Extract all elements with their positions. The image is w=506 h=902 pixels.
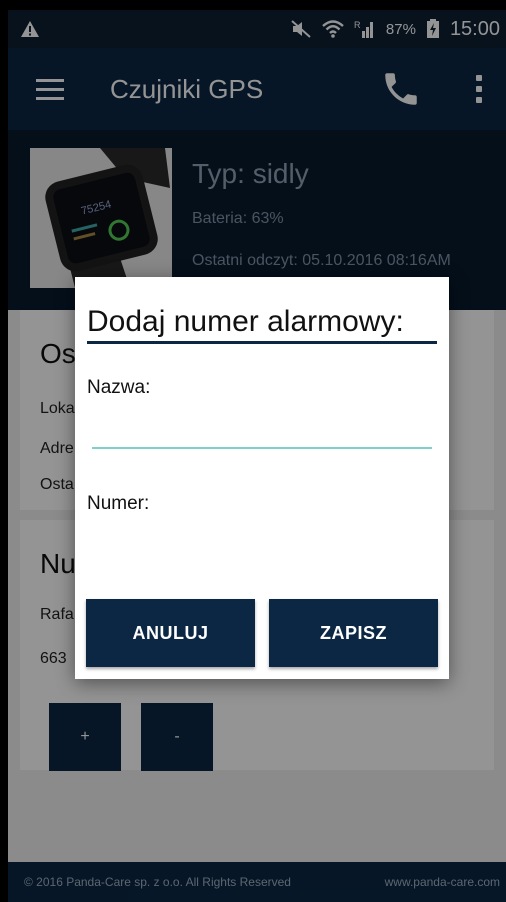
name-input[interactable] [92, 409, 432, 449]
save-button[interactable]: ZAPISZ [269, 599, 438, 667]
cancel-button[interactable]: ANULUJ [86, 599, 255, 667]
phone-screen: R 87% 15:00 Czujniki GPS 75254 Typ: sidl… [8, 10, 506, 902]
number-label: Numer: [87, 493, 150, 514]
add-alarm-number-dialog: Dodaj numer alarmowy: Nazwa: Numer: ANUL… [75, 277, 449, 679]
number-input[interactable] [92, 525, 432, 565]
name-label: Nazwa: [87, 377, 151, 398]
dialog-title: Dodaj numer alarmowy: [87, 305, 437, 344]
